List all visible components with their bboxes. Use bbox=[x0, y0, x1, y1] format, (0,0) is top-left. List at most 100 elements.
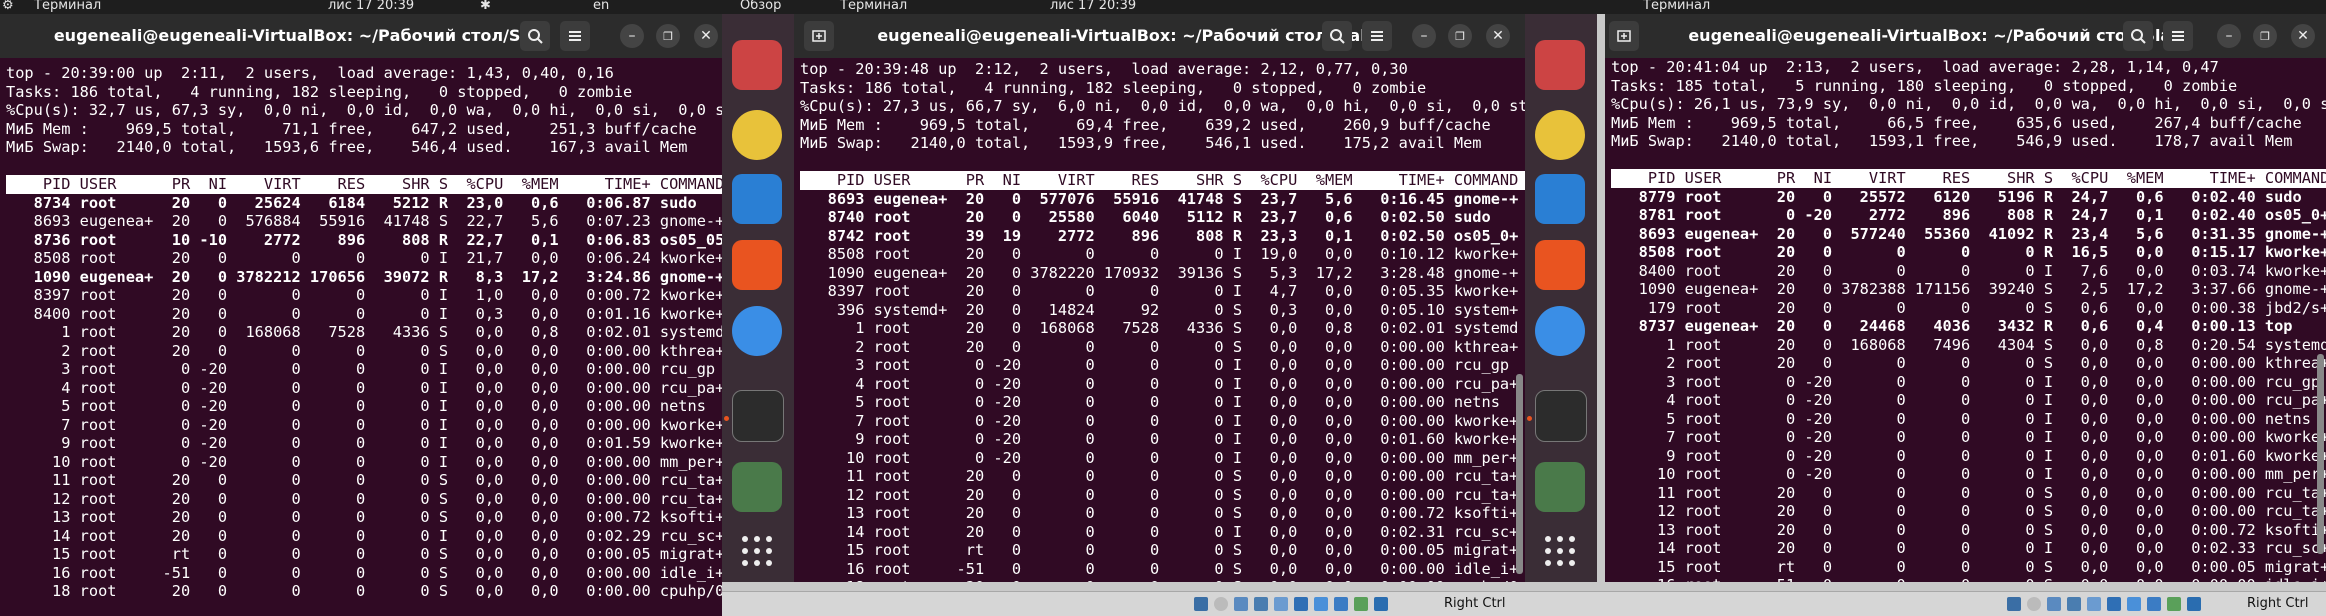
clock[interactable]: лис 17 20:39 bbox=[1050, 0, 1136, 13]
audio-icon[interactable] bbox=[1234, 597, 1248, 611]
audio-icon[interactable] bbox=[2047, 597, 2061, 611]
close-button[interactable]: ✕ bbox=[1486, 24, 1510, 48]
process-row: 3 root 0 -20 0 0 0 I 0,0 0,0 0:00.00 rcu… bbox=[6, 360, 716, 378]
search-button[interactable] bbox=[2123, 21, 2153, 51]
activities-button[interactable]: Обзор bbox=[740, 0, 781, 13]
process-row: 9 root 0 -20 0 0 0 I 0,0 0,0 0:01.60 kwo… bbox=[1611, 446, 2326, 465]
minimize-button[interactable]: – bbox=[620, 24, 644, 48]
process-row: 8508 root 20 0 0 0 0 I 19,0 0,0 0:10.12 … bbox=[800, 245, 1519, 263]
process-row: 13 root 20 0 0 0 0 S 0,0 0,0 0:00.72 kso… bbox=[1611, 520, 2326, 539]
search-icon bbox=[528, 29, 543, 44]
writer-icon[interactable] bbox=[1535, 174, 1585, 224]
process-row: 18 root 20 0 0 0 0 S 0,0 0,0 0:00.00 cpu… bbox=[800, 578, 1525, 582]
terminal-window: eugeneali@eugeneali-VirtualBox: ~/Рабочи… bbox=[794, 14, 1525, 582]
files-icon[interactable] bbox=[1535, 40, 1585, 90]
process-row: 396 systemd+ 20 0 14824 92 0 S 0,3 0,0 0… bbox=[800, 300, 1519, 319]
menu-button[interactable] bbox=[1362, 21, 1392, 51]
files-icon[interactable] bbox=[732, 40, 782, 90]
maximize-icon: ❐ bbox=[1455, 29, 1465, 43]
terminal-icon[interactable] bbox=[1535, 390, 1587, 442]
shared-folders-icon[interactable] bbox=[2107, 597, 2121, 611]
cpu-icon[interactable] bbox=[2167, 597, 2181, 611]
mouse-icon[interactable] bbox=[1374, 597, 1388, 611]
terminal-output[interactable]: top - 20:41:04 up 2:13, 2 users, load av… bbox=[1611, 58, 2326, 582]
window-titlebar[interactable]: eugeneali@eugeneali-VirtualBox: ~/Рабочи… bbox=[794, 14, 1525, 58]
window-titlebar[interactable]: eugeneali@eugeneali-VirtualBox: ~/Рабочи… bbox=[0, 14, 722, 58]
hdd-icon[interactable] bbox=[1194, 597, 1208, 611]
summary-line: МиБ Swap: 2140,0 total, 1593,6 free, 546… bbox=[6, 138, 688, 156]
summary-line: МиБ Mem : 969,5 total, 71,1 free, 647,2 … bbox=[6, 119, 697, 138]
app-menu-label[interactable]: Терминал bbox=[1643, 0, 1710, 13]
process-row: 1 root 20 0 168068 7496 4304 S 0,0 0,8 0… bbox=[1611, 335, 2326, 354]
summary-line: %Cpu(s): 32,7 us, 67,3 sy, 0,0 ni, 0,0 i… bbox=[6, 101, 722, 119]
help-icon[interactable] bbox=[732, 306, 782, 356]
rhythmbox-icon[interactable] bbox=[732, 110, 782, 160]
maximize-button[interactable]: ❐ bbox=[656, 24, 680, 48]
usb-icon[interactable] bbox=[2087, 597, 2101, 611]
recording-icon[interactable] bbox=[1334, 597, 1348, 611]
close-button[interactable]: ✕ bbox=[2291, 24, 2315, 48]
process-row: 8397 root 20 0 0 0 0 I 1,0 0,0 0:00.72 k… bbox=[6, 286, 722, 304]
writer-icon[interactable] bbox=[732, 174, 782, 224]
software-icon[interactable] bbox=[1535, 240, 1585, 290]
top-bar: Обзор Терминал лис 17 20:39 bbox=[722, 0, 1525, 14]
rhythmbox-icon[interactable] bbox=[1535, 110, 1585, 160]
help-icon[interactable] bbox=[1535, 306, 1585, 356]
scrollbar[interactable] bbox=[1516, 374, 1523, 574]
display-icon[interactable] bbox=[2127, 597, 2141, 611]
terminal-icon[interactable] bbox=[732, 390, 784, 442]
optical-icon[interactable] bbox=[1214, 597, 1228, 611]
network-icon[interactable] bbox=[1254, 597, 1268, 611]
display-icon[interactable] bbox=[1314, 597, 1328, 611]
usb-icon[interactable] bbox=[1274, 597, 1288, 611]
process-row: 1 root 20 0 168068 7528 4336 S 0,0 0,8 0… bbox=[800, 319, 1519, 337]
trash-icon[interactable] bbox=[1535, 462, 1585, 512]
process-row: 2 root 20 0 0 0 0 S 0,0 0,0 0:00.00 kthr… bbox=[1611, 354, 2326, 372]
recording-icon[interactable] bbox=[2147, 597, 2161, 611]
terminal-output[interactable]: top - 20:39:00 up 2:11, 2 users, load av… bbox=[6, 64, 722, 601]
vbox-statusbar: Right Ctrl bbox=[1525, 591, 2326, 616]
hamburger-icon bbox=[2172, 31, 2184, 41]
clock[interactable]: лис 17 20:39 bbox=[328, 0, 414, 13]
process-row: 5 root 0 -20 0 0 0 I 0,0 0,0 0:00.00 net… bbox=[1611, 409, 2311, 428]
minimize-button[interactable]: – bbox=[2217, 24, 2241, 48]
process-row: 16 root -51 0 0 0 0 S 0,0 0,0 0:00.00 id… bbox=[1611, 576, 2326, 582]
terminal-output[interactable]: top - 20:39:48 up 2:12, 2 users, load av… bbox=[800, 60, 1525, 582]
minimize-button[interactable]: – bbox=[1412, 24, 1436, 48]
process-row: 1090 eugenea+ 20 0 3782388 171156 39240 … bbox=[1611, 280, 2326, 298]
cpu-icon[interactable] bbox=[1354, 597, 1368, 611]
keyboard-layout[interactable]: en bbox=[593, 0, 609, 13]
show-apps-icon[interactable] bbox=[1535, 526, 1585, 576]
process-row: 12 root 20 0 0 0 0 S 0,0 0,0 0:00.00 rcu… bbox=[1611, 502, 2326, 520]
optical-icon[interactable] bbox=[2027, 597, 2041, 611]
process-table-header: PID USER PR NI VIRT RES SHR S %CPU %MEM … bbox=[1611, 169, 2326, 188]
process-row: 1090 eugenea+ 20 0 3782212 170656 39072 … bbox=[6, 267, 722, 286]
app-menu-label[interactable]: Терминал bbox=[34, 0, 101, 13]
app-menu-label[interactable]: Терминал bbox=[840, 0, 907, 13]
close-button[interactable]: ✕ bbox=[694, 24, 718, 48]
dock bbox=[722, 14, 794, 582]
process-row: 13 root 20 0 0 0 0 S 0,0 0,0 0:00.72 kso… bbox=[6, 508, 722, 526]
maximize-button[interactable]: ❐ bbox=[2253, 24, 2277, 48]
show-apps-icon[interactable] bbox=[732, 526, 782, 576]
accessibility-icon[interactable]: ✱ bbox=[480, 0, 491, 13]
app-menu-icon[interactable]: ⚙ bbox=[2, 0, 14, 13]
hdd-icon[interactable] bbox=[2007, 597, 2021, 611]
menu-button[interactable] bbox=[2163, 21, 2193, 51]
process-row: 16 root -51 0 0 0 0 S 0,0 0,0 0:00.00 id… bbox=[800, 559, 1519, 578]
shared-folders-icon[interactable] bbox=[1294, 597, 1308, 611]
mouse-icon[interactable] bbox=[2187, 597, 2201, 611]
process-row: 8742 root 39 19 2772 896 808 R 23,3 0,1 … bbox=[800, 226, 1519, 245]
maximize-button[interactable]: ❐ bbox=[1448, 24, 1472, 48]
software-icon[interactable] bbox=[732, 240, 782, 290]
process-row: 15 root rt 0 0 0 0 S 0,0 0,0 0:00.05 mig… bbox=[1611, 557, 2326, 576]
search-button[interactable] bbox=[1322, 21, 1352, 51]
scrollbar[interactable] bbox=[2317, 354, 2324, 554]
menu-button[interactable] bbox=[560, 21, 590, 51]
close-icon: ✕ bbox=[2297, 28, 2309, 44]
trash-icon[interactable] bbox=[732, 462, 782, 512]
network-icon[interactable] bbox=[2067, 597, 2081, 611]
process-row: 11 root 20 0 0 0 0 S 0,0 0,0 0:00.00 rcu… bbox=[6, 471, 722, 489]
search-button[interactable] bbox=[520, 21, 550, 51]
window-titlebar[interactable]: eugeneali@eugeneali-VirtualBox: ~/Рабочи… bbox=[1605, 14, 2326, 58]
